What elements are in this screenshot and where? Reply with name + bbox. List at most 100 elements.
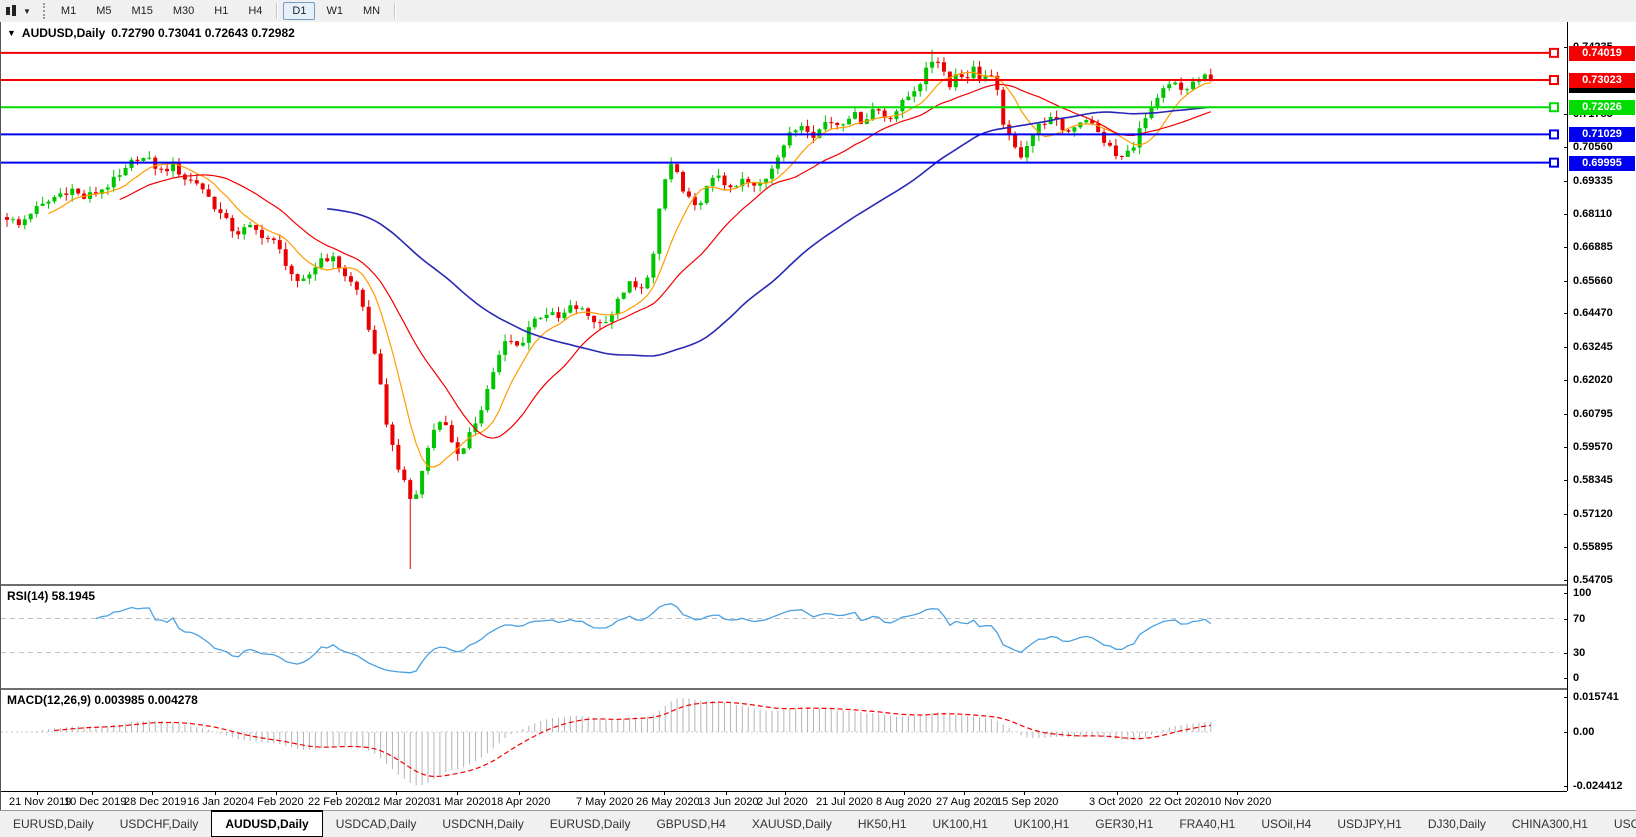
- chart-tab-xauusd-daily[interactable]: XAUUSD,Daily: [739, 811, 845, 837]
- date-label: 21 Nov 2019: [9, 796, 71, 808]
- time-tick: [964, 792, 965, 795]
- rsi-axis-label-0: 0: [1573, 672, 1579, 684]
- timeframe-button-m15[interactable]: M15: [122, 2, 161, 20]
- timeframe-button-w1[interactable]: W1: [317, 2, 352, 20]
- level-handle[interactable]: [1550, 49, 1558, 57]
- price-label-0.70560: 0.70560: [1573, 141, 1613, 153]
- date-label: 8 Aug 2020: [876, 796, 932, 808]
- timeframe-button-h4[interactable]: H4: [239, 2, 271, 20]
- date-label: 15 Sep 2020: [996, 796, 1058, 808]
- timeframe-button-h1[interactable]: H1: [205, 2, 237, 20]
- macd-chart[interactable]: [1, 690, 1567, 790]
- time-axis[interactable]: 21 Nov 201910 Dec 201928 Dec 201916 Jan …: [1, 791, 1567, 811]
- main-price-pane[interactable]: ▼ AUDUSD,Daily 0.72790 0.73041 0.72643 0…: [1, 22, 1567, 584]
- chart-tab-usdcad-daily[interactable]: USDCAD,Daily: [323, 811, 430, 837]
- timeframe-button-m5[interactable]: M5: [87, 2, 120, 20]
- chart-tab-uk100-h1[interactable]: UK100,H1: [920, 811, 1001, 837]
- date-label: 31 Mar 2020: [429, 796, 491, 808]
- time-tick: [844, 792, 845, 795]
- timeframe-button-m1[interactable]: M1: [52, 2, 85, 20]
- axis-tick: [1564, 593, 1568, 594]
- macd-label: MACD(12,26,9) 0.003985 0.004278: [7, 693, 198, 707]
- level-lines-layer[interactable]: [1, 49, 1559, 167]
- symbol-tab-bar: EURUSD,DailyUSDCHF,DailyAUDUSD,DailyUSDC…: [0, 810, 1636, 837]
- level-handle[interactable]: [1550, 103, 1558, 111]
- macd-pane[interactable]: MACD(12,26,9) 0.003985 0.004278: [1, 690, 1567, 790]
- timeframe-button-mn[interactable]: MN: [354, 2, 389, 20]
- axis-tick: [1564, 114, 1568, 115]
- toolbar-separator: [276, 3, 278, 19]
- price-label-0.66885: 0.66885: [1573, 241, 1613, 253]
- price-label-0.54705: 0.54705: [1573, 574, 1613, 586]
- candlestick-chart-icon: [4, 4, 20, 18]
- time-tick: [1177, 792, 1178, 795]
- level-price-tag-0.72026: 0.72026: [1569, 100, 1635, 115]
- chart-tab-hk50-h1[interactable]: HK50,H1: [845, 811, 920, 837]
- chevron-down-icon[interactable]: ▼: [23, 7, 31, 16]
- timeframe-button-m30[interactable]: M30: [164, 2, 203, 20]
- price-label-0.68110: 0.68110: [1573, 208, 1612, 220]
- chart-tab-usdjpy-h1[interactable]: USDJPY,H1: [1324, 811, 1414, 837]
- chart-tab-usoil-da[interactable]: USOil,Da: [1601, 811, 1636, 837]
- level-handle[interactable]: [1550, 159, 1558, 167]
- chart-window: ▼ AUDUSD,Daily 0.72790 0.73041 0.72643 0…: [0, 22, 1636, 810]
- price-label-0.65660: 0.65660: [1573, 275, 1613, 287]
- axis-tick: [1564, 181, 1568, 182]
- rsi-axis-label-70: 70: [1573, 613, 1585, 625]
- moving-average-8: [49, 72, 1211, 467]
- level-price-tag-0.71029: 0.71029: [1569, 127, 1635, 142]
- candles-layer: [5, 50, 1213, 569]
- time-tick: [1024, 792, 1025, 795]
- moving-average-20: [120, 84, 1211, 438]
- time-tick: [726, 792, 727, 795]
- chart-tab-eurusd-daily[interactable]: EURUSD,Daily: [537, 811, 644, 837]
- chart-tab-dj30-daily[interactable]: DJ30,Daily: [1415, 811, 1499, 837]
- chart-tab-china300-h1[interactable]: CHINA300,H1: [1499, 811, 1601, 837]
- rsi-axis-label-30: 30: [1573, 647, 1585, 659]
- date-label: 18 Apr 2020: [491, 796, 550, 808]
- time-tick: [276, 792, 277, 795]
- chart-tab-eurusd-daily[interactable]: EURUSD,Daily: [0, 811, 107, 837]
- timeframe-button-d1[interactable]: D1: [283, 2, 315, 20]
- chart-tab-uk100-h1[interactable]: UK100,H1: [1001, 811, 1082, 837]
- chart-tab-usdchf-daily[interactable]: USDCHF,Daily: [107, 811, 212, 837]
- level-handle[interactable]: [1550, 76, 1558, 84]
- date-label: 27 Aug 2020: [936, 796, 998, 808]
- level-price-tag-0.73023: 0.73023: [1569, 73, 1635, 88]
- price-label-0.55895: 0.55895: [1573, 541, 1613, 553]
- axis-tick: [1564, 547, 1568, 548]
- candlestick-chart[interactable]: [1, 22, 1567, 584]
- macd-axis-label--0.024412: -0.024412: [1573, 780, 1623, 792]
- date-label: 10 Dec 2019: [64, 796, 126, 808]
- chart-tab-gbpusd-h4[interactable]: GBPUSD,H4: [643, 811, 738, 837]
- time-tick: [92, 792, 93, 795]
- chart-tool-button[interactable]: ▼: [0, 0, 35, 22]
- time-tick: [457, 792, 458, 795]
- axis-tick: [1564, 380, 1568, 381]
- chart-title: ▼ AUDUSD,Daily 0.72790 0.73041 0.72643 0…: [7, 26, 295, 40]
- collapse-caret-icon[interactable]: ▼: [7, 28, 16, 38]
- price-label-0.59570: 0.59570: [1573, 441, 1613, 453]
- level-price-tag-0.74019: 0.74019: [1569, 46, 1635, 61]
- time-tick: [336, 792, 337, 795]
- date-label: 3 Oct 2020: [1089, 796, 1143, 808]
- time-tick: [785, 792, 786, 795]
- chart-tab-usoil-h4[interactable]: USOil,H4: [1248, 811, 1324, 837]
- price-label-0.64470: 0.64470: [1573, 307, 1613, 319]
- price-axis[interactable]: 0.742350.717850.705600.693350.681100.668…: [1567, 22, 1636, 791]
- level-handle[interactable]: [1550, 130, 1558, 138]
- price-label-0.58345: 0.58345: [1573, 474, 1613, 486]
- macd-signal-line: [54, 702, 1210, 776]
- rsi-pane[interactable]: RSI(14) 58.1945: [1, 586, 1567, 688]
- axis-tick: [1564, 347, 1568, 348]
- chart-tab-fra40-h1[interactable]: FRA40,H1: [1166, 811, 1248, 837]
- toolbar-grip[interactable]: [43, 3, 45, 19]
- moving-average-55: [327, 107, 1211, 356]
- rsi-chart[interactable]: [1, 586, 1567, 688]
- chart-tab-audusd-daily[interactable]: AUDUSD,Daily: [211, 810, 322, 837]
- rsi-line: [96, 604, 1211, 673]
- chart-tab-ger30-h1[interactable]: GER30,H1: [1082, 811, 1166, 837]
- date-label: 26 May 2020: [636, 796, 700, 808]
- chart-tab-usdcnh-daily[interactable]: USDCNH,Daily: [429, 811, 536, 837]
- symbol-period-label: AUDUSD,Daily: [22, 26, 105, 40]
